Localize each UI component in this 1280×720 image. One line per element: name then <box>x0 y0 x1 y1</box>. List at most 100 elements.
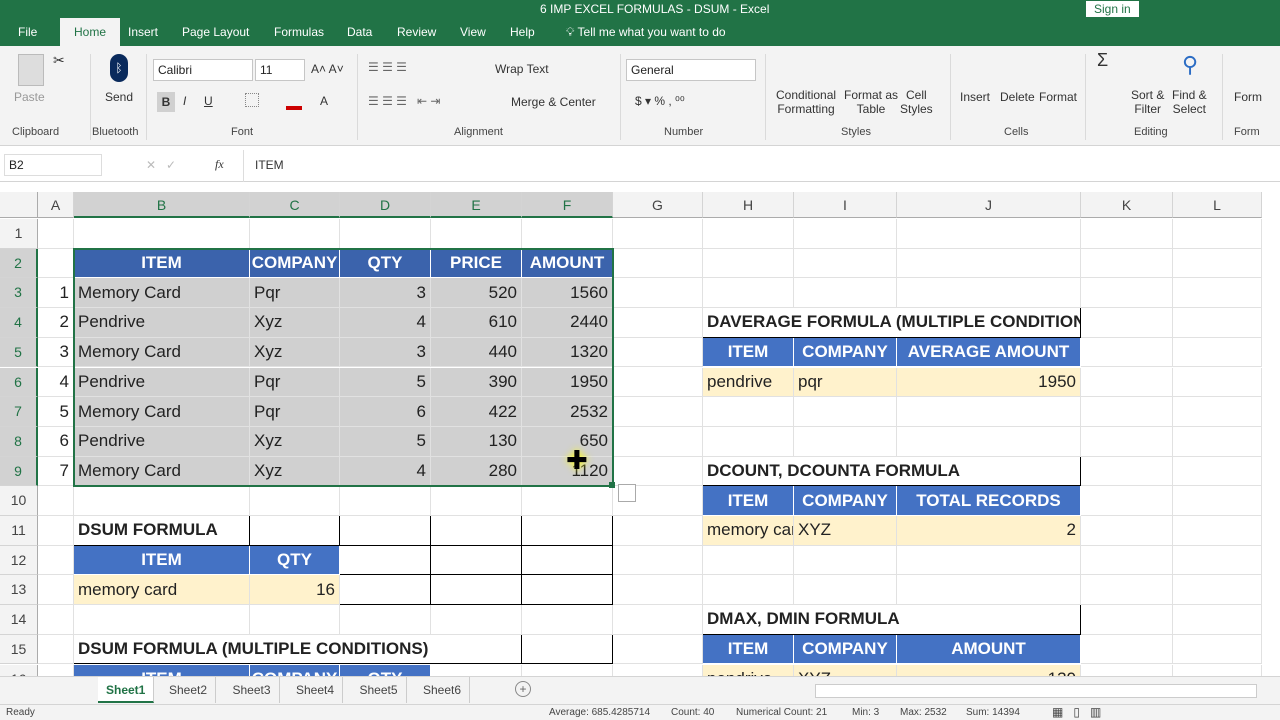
sheet-tab-sheet6[interactable]: Sheet6 <box>415 677 471 703</box>
currency-icon[interactable]: $ ▾ % , ⁰⁰ <box>635 94 685 108</box>
merge-center-button[interactable]: Merge & Center <box>493 95 596 109</box>
grid-cell[interactable] <box>38 545 74 576</box>
grid-cell[interactable] <box>522 605 613 635</box>
cell-B8[interactable]: Pendrive <box>74 426 250 457</box>
grid-cell[interactable] <box>613 367 703 398</box>
cell-C12[interactable]: QTY <box>250 545 340 576</box>
grid-cell[interactable] <box>38 664 74 676</box>
grid-cell[interactable] <box>613 545 703 576</box>
grid-cell[interactable] <box>431 486 522 516</box>
grid-cell[interactable] <box>1173 516 1262 546</box>
grid-cell[interactable] <box>38 486 74 516</box>
cell-I16[interactable]: XYZ <box>794 664 897 676</box>
cell-J10[interactable]: TOTAL RECORDS <box>897 486 1081 516</box>
row-header-11[interactable]: 11 <box>0 516 38 546</box>
grid-cell[interactable] <box>703 426 794 457</box>
cell-F6[interactable]: 1950 <box>522 367 613 398</box>
grid-cell[interactable] <box>613 308 703 338</box>
cell-B5[interactable]: Memory Card <box>74 337 250 368</box>
cell-C3[interactable]: Pqr <box>250 278 340 309</box>
grid-cell[interactable] <box>1081 486 1173 516</box>
grid-cell[interactable] <box>613 219 703 249</box>
column-header-G[interactable]: G <box>613 192 703 218</box>
cell-D4[interactable]: 4 <box>340 308 431 338</box>
cell-J15[interactable]: AMOUNT <box>897 634 1081 665</box>
grid-cell[interactable] <box>794 219 897 249</box>
add-sheet-button[interactable]: + <box>515 681 531 697</box>
cell-F7[interactable]: 2532 <box>522 397 613 427</box>
underline-button[interactable]: U <box>204 94 213 108</box>
grid-cell[interactable] <box>613 426 703 457</box>
row-header-3[interactable]: 3 <box>0 278 38 309</box>
form-button[interactable]: Form <box>1234 90 1262 104</box>
cell-B12[interactable]: ITEM <box>74 545 250 576</box>
grid-cell[interactable] <box>1081 456 1173 487</box>
grid-cell[interactable] <box>340 605 431 635</box>
cell-B2[interactable]: ITEM <box>74 248 250 279</box>
sheet-tab-sheet5[interactable]: Sheet5 <box>352 677 407 703</box>
sheet-tab-sheet4[interactable]: Sheet4 <box>288 677 344 703</box>
row-header-12[interactable]: 12 <box>0 545 38 576</box>
cell-C6[interactable]: Pqr <box>250 367 340 398</box>
cell-E3[interactable]: 520 <box>431 278 522 309</box>
cell-I10[interactable]: COMPANY <box>794 486 897 516</box>
grid-cell[interactable] <box>1173 219 1262 249</box>
grid-cell[interactable] <box>897 575 1081 606</box>
cell-D5[interactable]: 3 <box>340 337 431 368</box>
cell-J11[interactable]: 2 <box>897 516 1081 546</box>
cell-H4[interactable]: DAVERAGE FORMULA (MULTIPLE CONDITIONS) <box>703 308 1081 338</box>
grid-cell[interactable] <box>1081 397 1173 427</box>
tab-help[interactable]: Help <box>510 18 535 46</box>
horizontal-scrollbar[interactable] <box>815 684 1257 698</box>
cell-C4[interactable]: Xyz <box>250 308 340 338</box>
grid-cell[interactable] <box>38 248 74 279</box>
spreadsheet-grid[interactable]: ABCDEFGHIJKL12345678910111213141516ITEMC… <box>0 190 1280 676</box>
grid-cell[interactable] <box>1081 248 1173 279</box>
tell-me-search[interactable]: 💡︎ Tell me what you want to do <box>566 18 726 46</box>
grid-cell[interactable] <box>1081 308 1173 338</box>
quick-analysis-icon[interactable] <box>618 484 636 503</box>
row-header-10[interactable]: 10 <box>0 486 38 516</box>
grid-cell[interactable] <box>74 486 250 516</box>
sign-in-button[interactable]: Sign in <box>1086 1 1139 17</box>
grid-cell[interactable] <box>1173 308 1262 338</box>
sheet-tab-sheet2[interactable]: Sheet2 <box>161 677 217 703</box>
cell-E9[interactable]: 280 <box>431 456 522 487</box>
cell-F2[interactable]: AMOUNT <box>522 248 613 279</box>
grid-cell[interactable] <box>794 278 897 309</box>
cell-D3[interactable]: 3 <box>340 278 431 309</box>
cell-A8[interactable]: 6 <box>38 426 74 457</box>
tab-page-layout[interactable]: Page Layout <box>182 18 249 46</box>
grid-cell[interactable] <box>794 248 897 279</box>
cell-I6[interactable]: pqr <box>794 367 897 398</box>
column-header-L[interactable]: L <box>1173 192 1262 218</box>
grid-cell[interactable] <box>613 575 703 606</box>
column-header-A[interactable]: A <box>38 192 74 218</box>
sheet-tab-sheet3[interactable]: Sheet3 <box>225 677 280 703</box>
cell-B15[interactable]: DSUM FORMULA (MULTIPLE CONDITIONS) <box>74 634 522 665</box>
column-header-D[interactable]: D <box>340 192 431 218</box>
font-size-select[interactable]: 11 <box>255 59 305 81</box>
cell-D11[interactable] <box>340 516 431 546</box>
cell-C8[interactable]: Xyz <box>250 426 340 457</box>
grid-cell[interactable] <box>1081 634 1173 665</box>
grid-cell[interactable] <box>703 397 794 427</box>
cell-D2[interactable]: QTY <box>340 248 431 279</box>
font-name-select[interactable]: Calibri <box>153 59 253 81</box>
grid-cell[interactable] <box>1081 426 1173 457</box>
cell-E7[interactable]: 422 <box>431 397 522 427</box>
column-header-K[interactable]: K <box>1081 192 1173 218</box>
cell-B3[interactable]: Memory Card <box>74 278 250 309</box>
number-format-select[interactable]: General <box>626 59 756 81</box>
grid-cell[interactable] <box>1173 337 1262 368</box>
grid-cell[interactable] <box>250 605 340 635</box>
cancel-icon[interactable]: ✕ ✓ <box>146 158 176 172</box>
cell-E5[interactable]: 440 <box>431 337 522 368</box>
grid-cell[interactable] <box>897 397 1081 427</box>
cell-E11[interactable] <box>431 516 522 546</box>
grid-cell[interactable] <box>1173 575 1262 606</box>
row-header-5[interactable]: 5 <box>0 337 38 368</box>
cell-D7[interactable]: 6 <box>340 397 431 427</box>
cell-I15[interactable]: COMPANY <box>794 634 897 665</box>
grid-cell[interactable] <box>1173 426 1262 457</box>
